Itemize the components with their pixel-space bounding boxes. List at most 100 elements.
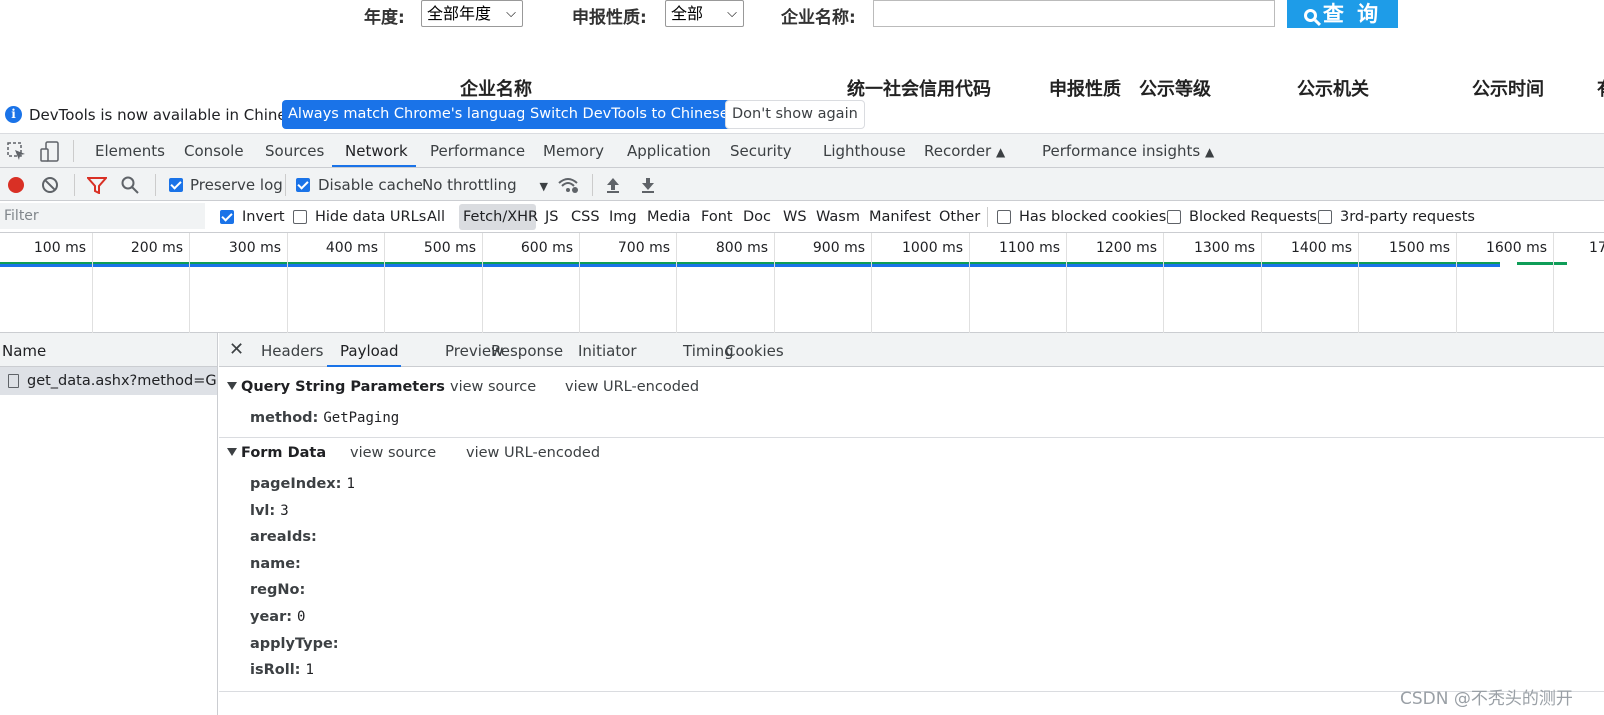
invert-checkbox[interactable] <box>220 210 234 224</box>
switch-to-chinese-button[interactable]: Switch DevTools to Chinese <box>524 100 735 129</box>
tab-performance[interactable]: Performance <box>430 142 525 160</box>
tab-network[interactable]: Network <box>345 142 408 160</box>
inspect-element-icon[interactable] <box>7 142 27 162</box>
dont-show-again-button[interactable]: Don't show again <box>725 100 865 129</box>
timeline-tick-label: 200 ms <box>130 240 183 256</box>
tab-elements[interactable]: Elements <box>95 142 165 160</box>
form-data-section-header[interactable]: Form Data view source view URL-encoded <box>219 445 1604 461</box>
type-filter-font[interactable]: Font <box>701 209 733 225</box>
query-view-url-encoded-link[interactable]: view URL-encoded <box>565 379 699 395</box>
tab-headers[interactable]: Headers <box>261 342 323 360</box>
document-icon <box>8 374 19 388</box>
devtools-language-infobar: i DevTools is now available in Chinese! … <box>0 97 1604 133</box>
throttling-select[interactable]: No throttling ▼ <box>422 176 548 194</box>
timeline-gridline <box>1553 233 1554 333</box>
param-key: lvl: <box>250 503 276 519</box>
form-param-row: year: 0 <box>250 609 305 625</box>
timeline-gridline <box>1163 233 1164 333</box>
blocked-requests-checkbox[interactable] <box>1167 210 1181 224</box>
hide-data-urls-label: Hide data URLs <box>315 209 427 225</box>
timeline-gridline <box>1066 233 1067 333</box>
type-filter-wasm[interactable]: Wasm <box>816 209 860 225</box>
type-filter-other[interactable]: Other <box>939 209 980 225</box>
disable-cache-checkbox[interactable] <box>296 178 310 192</box>
record-icon[interactable] <box>8 177 24 193</box>
tab-initiator[interactable]: Initiator <box>578 342 637 360</box>
timeline-tick-label: 800 ms <box>715 240 768 256</box>
has-blocked-cookies-checkbox[interactable] <box>997 210 1011 224</box>
timeline-gridline <box>1456 233 1457 333</box>
type-filter-fetch-xhr[interactable]: Fetch/XHR <box>463 209 538 225</box>
tab-lighthouse[interactable]: Lighthouse <box>823 142 906 160</box>
timeline-tick-label: 500 ms <box>423 240 476 256</box>
blocked-requests-label: Blocked Requests <box>1189 209 1317 225</box>
param-value: 3 <box>280 503 289 519</box>
type-filter-js[interactable]: JS <box>545 209 558 225</box>
toolbar-divider <box>74 174 75 196</box>
network-conditions-icon[interactable] <box>557 176 579 194</box>
company-name-input[interactable] <box>873 0 1275 27</box>
tab-security[interactable]: Security <box>730 142 792 160</box>
param-value: 1 <box>346 476 355 492</box>
type-filter-manifest[interactable]: Manifest <box>869 209 931 225</box>
always-match-language-button[interactable]: Always match Chrome's language <box>282 100 541 129</box>
param-key: areaIds: <box>250 529 317 545</box>
timeline-gridline <box>579 233 580 333</box>
apply-type-select-value: 全部 <box>671 4 704 23</box>
network-overview-timeline[interactable]: 100 ms 200 ms 300 ms 400 ms 500 ms 600 ms 700 … <box>0 233 1604 333</box>
device-toolbar-icon[interactable] <box>40 141 60 163</box>
chevron-down-icon: ⌵ <box>506 6 516 21</box>
clear-icon[interactable] <box>42 177 58 193</box>
form-view-source-link[interactable]: view source <box>350 445 436 461</box>
third-party-requests-checkbox[interactable] <box>1318 210 1332 224</box>
invert-label: Invert <box>242 209 285 225</box>
tab-sources[interactable]: Sources <box>265 142 324 160</box>
apply-type-select[interactable]: 全部 ⌵ <box>665 0 744 27</box>
search-icon <box>1303 9 1317 22</box>
timeline-gridline <box>1358 233 1359 333</box>
tab-performance-insights[interactable]: Performance insights ▲ <box>1042 142 1214 160</box>
filter-icon[interactable] <box>87 176 107 194</box>
timeline-tick-label: 600 ms <box>520 240 573 256</box>
query-button[interactable]: 查 询 <box>1287 0 1398 28</box>
year-label: 年度: <box>364 8 405 28</box>
tab-cookies[interactable]: Cookies <box>725 342 784 360</box>
close-icon[interactable]: ✕ <box>229 339 244 360</box>
timeline-gridline <box>287 233 288 333</box>
query-view-source-link[interactable]: view source <box>450 379 536 395</box>
hide-data-urls-checkbox[interactable] <box>293 210 307 224</box>
network-filter-bar: Filter Invert Hide data URLs All Fetch/X… <box>0 201 1604 233</box>
timeline-tick-label: 400 ms <box>325 240 378 256</box>
search-icon[interactable] <box>121 176 139 194</box>
param-key: regNo: <box>250 582 306 598</box>
type-filter-all[interactable]: All <box>427 209 445 225</box>
type-filter-media[interactable]: Media <box>647 209 691 225</box>
type-filter-doc[interactable]: Doc <box>743 209 771 225</box>
tab-application[interactable]: Application <box>627 142 711 160</box>
query-button-label: 查 询 <box>1322 2 1382 26</box>
form-data-title: Form Data <box>241 445 327 461</box>
type-filter-img[interactable]: Img <box>609 209 637 225</box>
tab-payload[interactable]: Payload <box>340 342 399 360</box>
name-column-header[interactable]: Name <box>0 333 217 367</box>
year-select-value: 全部年度 <box>427 4 492 23</box>
request-row[interactable]: get_data.ashx?method=G... <box>0 367 217 395</box>
tab-response[interactable]: Response <box>491 342 563 360</box>
form-view-url-encoded-link[interactable]: view URL-encoded <box>466 445 600 461</box>
year-select[interactable]: 全部年度 ⌵ <box>421 0 523 27</box>
export-har-icon[interactable] <box>640 176 656 194</box>
type-filter-ws[interactable]: WS <box>783 209 807 225</box>
toolbar-divider <box>285 174 286 196</box>
preserve-log-label: Preserve log <box>190 176 283 194</box>
tab-memory[interactable]: Memory <box>543 142 604 160</box>
tab-recorder[interactable]: Recorder ▲ <box>924 142 1005 160</box>
query-string-section-header[interactable]: Query String Parameters view source view… <box>219 379 1604 395</box>
type-filter-css[interactable]: CSS <box>571 209 600 225</box>
toolbar-divider <box>987 207 988 227</box>
toolbar-divider <box>155 174 156 196</box>
tab-console[interactable]: Console <box>184 142 244 160</box>
import-har-icon[interactable] <box>605 176 621 194</box>
filter-input[interactable]: Filter <box>0 203 205 229</box>
preserve-log-checkbox[interactable] <box>169 178 183 192</box>
timeline-tick-label: 300 ms <box>228 240 281 256</box>
